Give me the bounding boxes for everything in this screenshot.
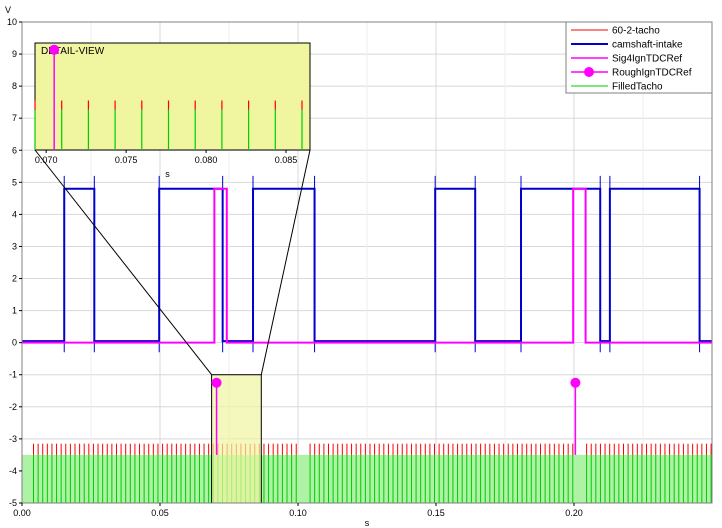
y-tick-label: -5 — [9, 498, 17, 508]
detail-background — [34, 42, 311, 151]
detail-x-tick-label: 0.080 — [195, 155, 218, 165]
x-axis-label: s — [365, 518, 370, 528]
y-tick-label: 7 — [12, 113, 17, 123]
y-tick-label: 2 — [12, 274, 17, 284]
y-tick-label: 4 — [12, 209, 17, 219]
y-tick-label: 0 — [12, 338, 17, 348]
detail-x-tick-label: 0.085 — [275, 155, 298, 165]
y-tick-label: -3 — [9, 434, 17, 444]
legend-entry: FilledTacho — [612, 82, 663, 93]
y-tick-label: 3 — [12, 241, 17, 251]
legend: 60-2-tacho camshaft-intake Sig4IgnTDCRef Ro… — [565, 21, 713, 94]
legend-entry: RoughIgnTDCRef — [612, 68, 692, 79]
chart-canvas: -5 -4 -3 -2 -1 0 1 2 3 4 5 6 7 8 9 10 V 0.00 0.05 0.10 0.15 0… — [5, 5, 713, 528]
y-tick-label: 6 — [12, 145, 17, 155]
y-tick-label: -2 — [9, 402, 17, 412]
filled-tacho-series — [22, 454, 712, 503]
detail-x-axis-label: s — [165, 169, 170, 179]
x-tick-label: 0.00 — [13, 508, 31, 518]
detail-x-tick-label: 0.075 — [115, 155, 138, 165]
x-tick-label: 0.05 — [151, 508, 169, 518]
x-tick-label: 0.15 — [427, 508, 445, 518]
zoom-region-rect — [211, 374, 262, 504]
legend-entry: camshaft-intake — [612, 40, 683, 51]
y-tick-label: 1 — [12, 306, 17, 316]
detail-x-tick-label: 0.070 — [35, 155, 58, 165]
y-tick-label: 9 — [12, 49, 17, 59]
x-tick-label: 0.10 — [289, 508, 307, 518]
y-axis-label: V — [5, 5, 11, 15]
y-tick-label: -1 — [9, 370, 17, 380]
rough-marker — [211, 377, 222, 388]
legend-entry: Sig4IgnTDCRef — [612, 54, 682, 65]
y-tick-label: 8 — [12, 81, 17, 91]
zoom-region — [211, 374, 262, 504]
x-tick-label: 0.20 — [565, 508, 583, 518]
legend-marker — [584, 67, 594, 77]
y-tick-label: 5 — [12, 177, 17, 187]
legend-entry: 60-2-tacho — [612, 26, 660, 37]
y-tick-label: -4 — [9, 466, 17, 476]
y-tick-label: 10 — [7, 17, 17, 27]
detail-rough-marker — [49, 44, 60, 55]
rough-marker — [570, 377, 581, 388]
